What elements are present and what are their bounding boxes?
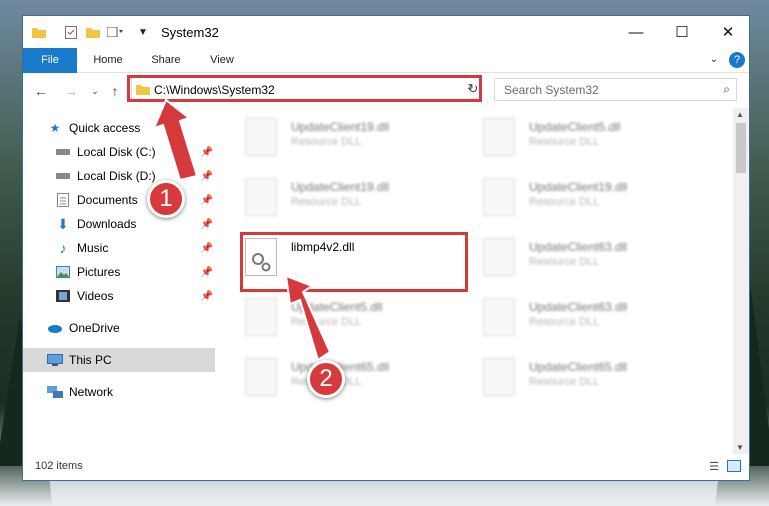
step-2-badge: 2 bbox=[307, 360, 345, 398]
arrow-2-icon bbox=[284, 274, 332, 362]
arrow-1-icon bbox=[152, 98, 199, 182]
step-1-badge: 1 bbox=[147, 180, 185, 218]
annotation-arrows bbox=[152, 98, 332, 362]
